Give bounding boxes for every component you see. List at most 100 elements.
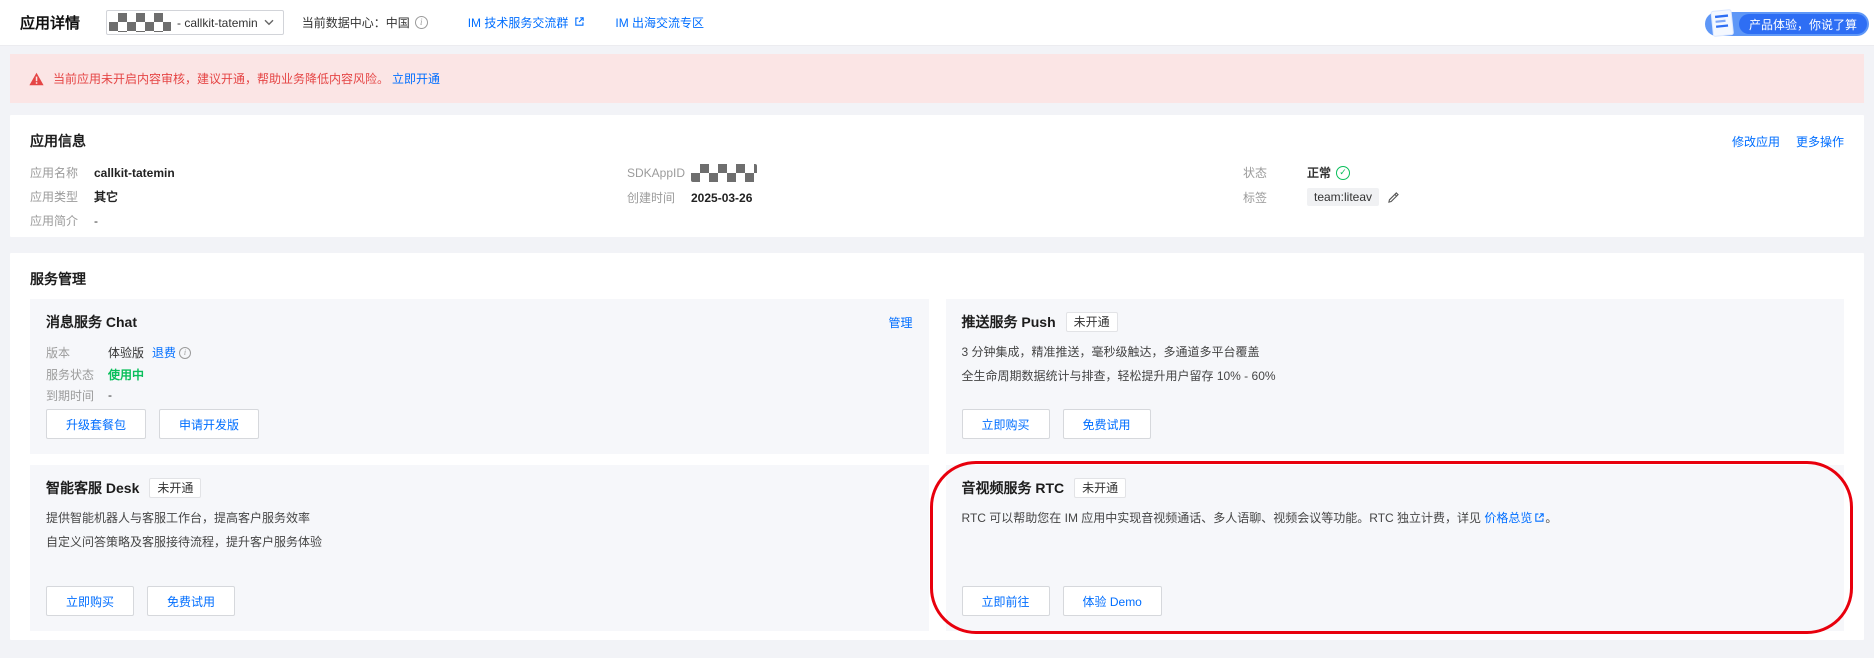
chat-expire-value: - (108, 388, 112, 403)
chat-version-value: 体验版 (108, 346, 145, 361)
desk-buy-button[interactable]: 立即购买 (46, 586, 135, 616)
status-check-icon: ✓ (1336, 165, 1351, 180)
modify-app-link[interactable]: 修改应用 (1732, 133, 1780, 150)
datacenter-text: 当前数据中心：中国 (301, 16, 410, 30)
tag-label: 标签 (1243, 190, 1268, 205)
chat-expire-row: 到期时间 - (46, 388, 913, 403)
app-info-col-right: 状态 正常 ✓ 标签 team:liteav (1243, 164, 1400, 213)
masked-sdkappid-block (691, 164, 757, 182)
push-title: 推送服务 Push (961, 314, 1056, 330)
info-icon[interactable]: i (414, 16, 428, 29)
app-selector-label: - callkit-tatemin (177, 15, 258, 30)
pricing-overview-link[interactable]: 价格总览 (1484, 511, 1532, 525)
edit-tag-pencil-icon[interactable] (1387, 191, 1400, 204)
external-link-icon (574, 16, 585, 30)
im-overseas-link[interactable]: IM 出海交流专区 (615, 14, 704, 31)
desk-title: 智能客服 Desk (46, 480, 140, 496)
chat-button-row: 升级套餐包 申请开发版 (46, 409, 913, 439)
app-type-row: 应用类型 其它 (30, 188, 175, 205)
status-value: 正常 (1307, 166, 1332, 180)
rtc-card-header: 音视频服务 RTC 未开通 (962, 478, 1829, 498)
app-name-row: 应用名称 callkit-tatemin (30, 164, 175, 181)
upgrade-package-button[interactable]: 升级套餐包 (46, 409, 147, 439)
push-status-badge: 未开通 (1065, 312, 1118, 332)
tag-badge: team:liteav (1307, 188, 1380, 206)
rtc-desc-prefix: RTC 可以帮助您在 IM 应用中实现音视频通话、多人语聊、视频会议等功能。RT… (961, 511, 1485, 525)
app-type-label: 应用类型 (30, 190, 79, 204)
desk-status-badge: 未开通 (149, 478, 202, 498)
app-selector-dropdown[interactable]: - callkit-tatemin (106, 10, 284, 35)
chat-status-label: 服务状态 (46, 367, 95, 382)
alert-message: 当前应用未开启内容审核，建议开通，帮助业务降低内容风险。 (53, 72, 390, 86)
push-desc-line2: 全生命周期数据统计与排查，轻松提升用户留存 10% - 60% (961, 369, 1276, 383)
app-name-label: 应用名称 (30, 166, 79, 180)
more-actions-link[interactable]: 更多操作 (1796, 133, 1844, 150)
rtc-demo-button[interactable]: 体验 Demo (1062, 586, 1162, 616)
top-bar: 应用详情 - callkit-tatemin 当前数据中心：中国 i IM 技术… (0, 0, 1874, 46)
desk-desc-line2: 自定义问答策略及客服接待流程，提升客户服务体验 (46, 535, 323, 549)
rtc-service-card: 音视频服务 RTC 未开通 RTC 可以帮助您在 IM 应用中实现音视频通话、多… (929, 461, 1853, 634)
app-info-card: 应用信息 修改应用 更多操作 应用名称 callkit-tatemin 应用类型… (10, 115, 1864, 237)
app-intro-row: 应用简介 - (30, 212, 175, 229)
sdkappid-row: SDKAppID (627, 164, 757, 182)
chat-version-label: 版本 (46, 346, 71, 361)
masked-app-id-block (109, 13, 172, 32)
status-label: 状态 (1243, 166, 1268, 180)
tag-row: 标签 team:liteav (1243, 188, 1400, 206)
page-title: 应用详情 (20, 15, 81, 32)
refund-info-icon[interactable]: i (179, 346, 192, 359)
chevron-down-icon (264, 19, 274, 26)
feedback-button-label: 产品体验，你说了算 (1738, 14, 1867, 34)
sdkappid-label: SDKAppID (627, 166, 686, 180)
content-audit-alert: 当前应用未开启内容审核，建议开通，帮助业务降低内容风险。 立即开通 (10, 54, 1864, 103)
app-intro-value: - (94, 213, 98, 228)
app-type-value: 其它 (94, 190, 119, 204)
app-name-value: callkit-tatemin (94, 165, 175, 180)
chat-card-header: 消息服务 Chat 管理 (46, 312, 913, 332)
status-row: 状态 正常 ✓ (1243, 164, 1400, 181)
rtc-button-row: 立即前往 体验 Demo (961, 586, 1829, 616)
push-service-card: 推送服务 Push 未开通 3 分钟集成，精准推送，毫秒级触达，多通道多平台覆盖… (945, 299, 1844, 454)
service-management-title: 服务管理 (30, 271, 86, 287)
desk-service-card: 智能客服 Desk 未开通 提供智能机器人与客服工作台，提高客户服务效率 自定义… (30, 465, 929, 631)
app-info-actions: 修改应用 更多操作 (1732, 133, 1844, 150)
rtc-title: 音视频服务 RTC (961, 480, 1065, 496)
datacenter-label: 当前数据中心：中国 i (302, 14, 428, 31)
desk-trial-button[interactable]: 免费试用 (147, 586, 236, 616)
service-management-card: 服务管理 消息服务 Chat 管理 版本 体验版 退费 i 服务状态 使用中 到… (10, 253, 1864, 640)
feedback-button[interactable]: 产品体验，你说了算 (1704, 9, 1869, 37)
rtc-desc: RTC 可以帮助您在 IM 应用中实现音视频通话、多人语聊、视频会议等功能。RT… (962, 511, 1829, 527)
survey-doc-icon (1709, 8, 1735, 43)
apply-dev-version-button[interactable]: 申请开发版 (159, 409, 260, 439)
app-info-col-left: 应用名称 callkit-tatemin 应用类型 其它 应用简介 - (30, 164, 175, 236)
desk-button-row: 立即购买 免费试用 (46, 586, 913, 616)
created-value: 2025-03-26 (691, 190, 753, 205)
app-detail-page: 应用详情 - callkit-tatemin 当前数据中心：中国 i IM 技术… (0, 0, 1874, 658)
app-info-col-middle: SDKAppID 创建时间 2025-03-26 (627, 164, 757, 213)
app-intro-label: 应用简介 (30, 214, 79, 228)
push-button-row: 立即购买 免费试用 (961, 409, 1829, 439)
push-desc-line1: 3 分钟集成，精准推送，毫秒级触达，多通道多平台覆盖 (961, 345, 1260, 359)
warning-triangle-icon (29, 72, 44, 85)
im-overseas-link-label: IM 出海交流专区 (615, 16, 705, 30)
chat-refund-link[interactable]: 退费 (152, 344, 176, 361)
pricing-external-link-icon[interactable] (1534, 512, 1545, 527)
rtc-desc-suffix: 。 (1545, 511, 1558, 525)
chat-service-card: 消息服务 Chat 管理 版本 体验版 退费 i 服务状态 使用中 到期时间 - (30, 299, 929, 454)
rtc-go-button[interactable]: 立即前往 (961, 586, 1050, 616)
push-card-header: 推送服务 Push 未开通 (962, 312, 1829, 332)
im-community-link[interactable]: IM 技术服务交流群 (468, 14, 586, 31)
rtc-status-badge: 未开通 (1074, 478, 1127, 498)
chat-title: 消息服务 Chat (46, 314, 137, 330)
chat-status-value: 使用中 (108, 367, 145, 382)
chat-manage-link[interactable]: 管理 (888, 314, 912, 331)
service-grid: 消息服务 Chat 管理 版本 体验版 退费 i 服务状态 使用中 到期时间 - (30, 299, 1853, 634)
desk-desc-line1: 提供智能机器人与客服工作台，提高客户服务效率 (46, 511, 311, 525)
enable-now-link[interactable]: 立即开通 (392, 70, 440, 87)
app-info-title: 应用信息 (30, 133, 86, 149)
created-label: 创建时间 (627, 191, 676, 205)
push-trial-button[interactable]: 免费试用 (1062, 409, 1151, 439)
desk-card-header: 智能客服 Desk 未开通 (46, 478, 913, 498)
im-community-link-label: IM 技术服务交流群 (467, 16, 569, 30)
push-buy-button[interactable]: 立即购买 (961, 409, 1050, 439)
